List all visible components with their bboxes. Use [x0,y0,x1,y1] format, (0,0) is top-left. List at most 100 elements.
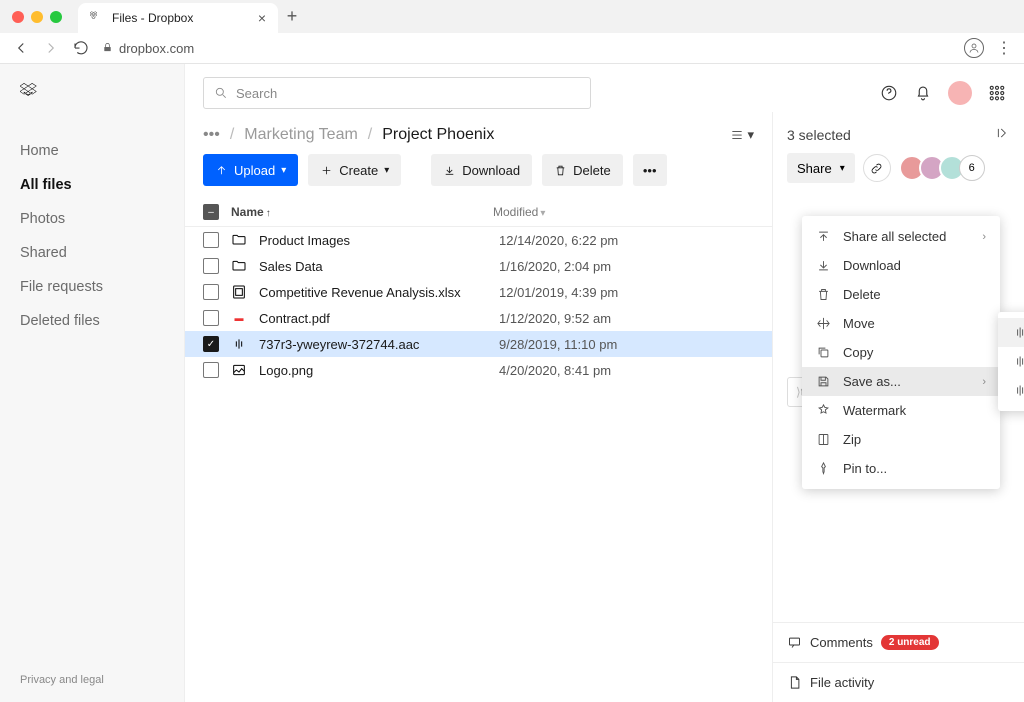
column-name[interactable]: Name [231,205,264,219]
image-icon [231,362,247,378]
browser-chrome: Files - Dropbox × + dropbox.com ⋮ [0,0,1024,64]
breadcrumb-current: Project Phoenix [382,126,494,144]
dropbox-logo[interactable] [20,82,48,110]
nav-photos[interactable]: Photos [20,202,184,236]
delete-button[interactable]: Delete [542,154,623,186]
file-name[interactable]: Sales Data [259,259,487,274]
row-checkbox[interactable] [203,362,219,378]
folder-icon [231,258,247,274]
search-placeholder: Search [236,86,277,101]
nav-all-files[interactable]: All files [20,168,184,202]
avatar-overflow-count[interactable]: 6 [959,155,985,181]
dropbox-icon [90,11,104,25]
ctx-copy[interactable]: Copy [802,338,1000,367]
ctx-save-as[interactable]: Save as...› [802,367,1000,396]
table-row[interactable]: Competitive Revenue Analysis.xlsx 12/01/… [185,279,772,305]
help-icon[interactable] [880,84,898,102]
row-checkbox[interactable] [203,284,219,300]
submenu-m4a[interactable]: M4A [998,376,1024,405]
close-tab-icon[interactable]: × [258,10,266,26]
ctx-move[interactable]: Move [802,309,1000,338]
file-modified: 4/20/2020, 8:41 pm [499,363,611,378]
file-activity-section[interactable]: File activity [773,662,1024,702]
file-name[interactable]: Contract.pdf [259,311,487,326]
reload-button[interactable] [72,39,90,57]
create-button[interactable]: Create▾ [308,154,401,186]
submenu-mp3[interactable]: MP3 [998,318,1024,347]
file-name[interactable]: 737r3-yweyrew-372744.aac [259,337,487,352]
breadcrumb-overflow-icon[interactable]: ••• [203,126,220,144]
window-controls[interactable] [12,0,62,33]
file-modified: 9/28/2019, 11:10 pm [499,337,617,352]
new-tab-button[interactable]: + [278,6,306,27]
back-button[interactable] [12,39,30,57]
selected-count: 3 selected [787,127,851,143]
copy-link-icon[interactable] [863,154,891,182]
search-input[interactable]: Search [203,77,591,109]
file-name[interactable]: Product Images [259,233,487,248]
file-modified: 12/14/2020, 6:22 pm [499,233,618,248]
nav-shared[interactable]: Shared [20,236,184,270]
url-text: dropbox.com [119,41,194,56]
file-name[interactable]: Competitive Revenue Analysis.xlsx [259,285,487,300]
breadcrumb-folder[interactable]: Marketing Team [244,126,358,144]
nav-home[interactable]: Home [20,134,184,168]
ctx-watermark[interactable]: Watermark [802,396,1000,425]
file-name[interactable]: Logo.png [259,363,487,378]
ctx-pin-to[interactable]: Pin to... [802,454,1000,483]
privacy-legal-link[interactable]: Privacy and legal [20,674,184,702]
table-row[interactable]: Logo.png 4/20/2020, 8:41 pm [185,357,772,383]
maximize-window-icon[interactable] [50,11,62,23]
user-avatar[interactable] [948,81,972,105]
share-button[interactable]: Share▾ [787,153,855,183]
expand-panel-icon[interactable] [996,126,1010,143]
submenu-wav[interactable]: WAV [998,347,1024,376]
ctx-download[interactable]: Download [802,251,1000,280]
more-actions-button[interactable]: ••• [633,154,667,186]
table-header: – Name↑ Modified▾ [185,198,772,227]
table-row[interactable]: ✓ 737r3-yweyrew-372744.aac 9/28/2019, 11… [185,331,772,357]
save-as-submenu: MP3 WAV M4A [998,312,1024,411]
unread-badge: 2 unread [881,635,939,650]
address-bar[interactable]: dropbox.com [102,41,194,56]
nav-deleted-files[interactable]: Deleted files [20,304,184,338]
table-row[interactable]: Sales Data 1/16/2020, 2:04 pm [185,253,772,279]
view-toggle[interactable]: ▾ [730,127,754,143]
nav-file-requests[interactable]: File requests [20,270,184,304]
column-modified[interactable]: Modified [493,205,538,219]
close-window-icon[interactable] [12,11,24,23]
row-checkbox[interactable] [203,232,219,248]
ctx-delete[interactable]: Delete [802,280,1000,309]
context-menu: Share all selected› Download Delete Move… [802,216,1000,489]
row-checkbox[interactable] [203,310,219,326]
ctx-share-all[interactable]: Share all selected› [802,222,1000,251]
table-row[interactable]: ▬ Contract.pdf 1/12/2020, 9:52 am [185,305,772,331]
upload-button[interactable]: Upload▾ [203,154,298,186]
forward-button[interactable] [42,39,60,57]
folder-icon [231,232,247,248]
browser-tab[interactable]: Files - Dropbox × [78,3,278,33]
comments-section[interactable]: Comments 2 unread [773,622,1024,662]
search-icon [214,86,228,100]
browser-menu-icon[interactable]: ⋮ [996,38,1012,58]
breadcrumb: ••• / Marketing Team / Project Phoenix ▾ [185,112,772,154]
lock-icon [102,41,113,56]
bell-icon[interactable] [914,84,932,102]
select-all-checkbox[interactable]: – [203,204,219,220]
ctx-zip[interactable]: Zip [802,425,1000,454]
table-row[interactable]: Product Images 12/14/2020, 6:22 pm [185,227,772,253]
xlsx-icon [231,284,247,300]
apps-grid-icon[interactable] [988,84,1006,102]
audio-icon [231,336,247,352]
shared-with-avatars[interactable]: 6 [899,155,985,181]
pdf-icon: ▬ [231,310,247,326]
download-button[interactable]: Download [431,154,532,186]
tab-title: Files - Dropbox [112,11,193,25]
row-checkbox[interactable] [203,258,219,274]
profile-icon[interactable] [964,38,984,58]
row-checkbox[interactable]: ✓ [203,336,219,352]
minimize-window-icon[interactable] [31,11,43,23]
file-modified: 1/16/2020, 2:04 pm [499,259,611,274]
sidebar: Home All files Photos Shared File reques… [0,64,184,702]
file-modified: 12/01/2019, 4:39 pm [499,285,618,300]
